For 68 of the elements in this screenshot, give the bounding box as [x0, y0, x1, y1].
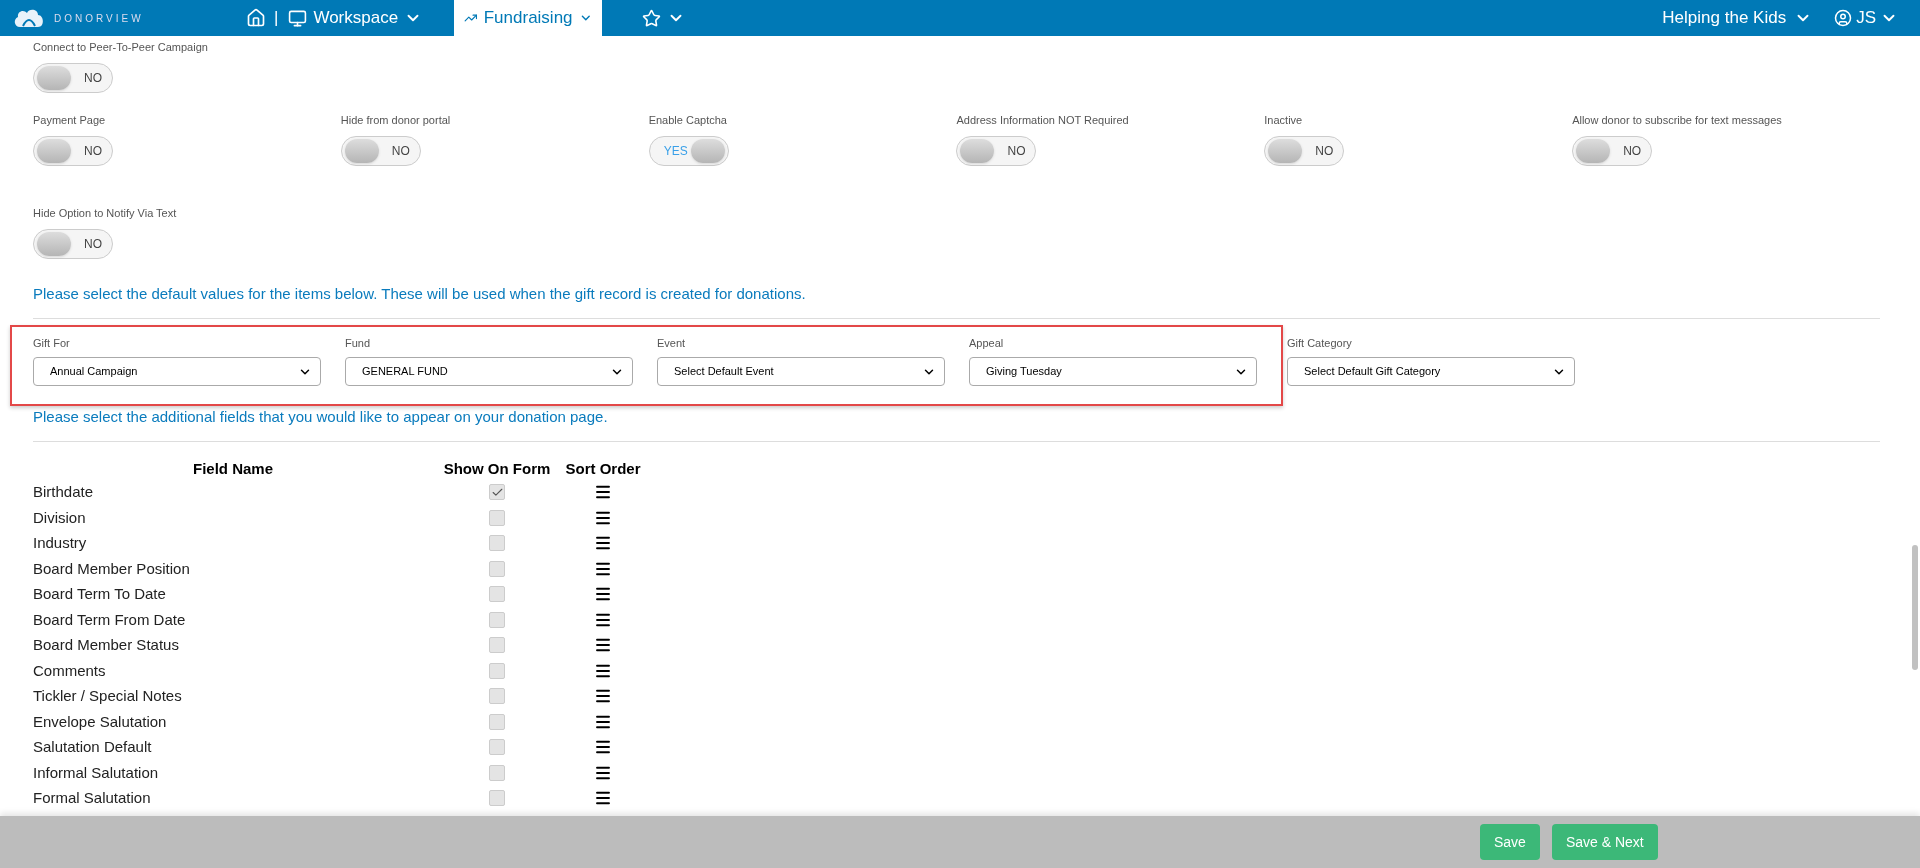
show-on-form-checkbox[interactable] [489, 637, 505, 654]
select-field[interactable]: Select Default Event [657, 357, 945, 386]
toggle-switch[interactable]: NO [33, 63, 113, 93]
logo-text: DONORVIEW [54, 11, 144, 26]
field-name-cell-text: Board Member Status [33, 635, 179, 655]
nav-menu-tab[interactable]: Workspace [278, 0, 433, 36]
toggle-label: Allow donor to subscribe for text messages [1572, 113, 1783, 127]
cloud-logo-icon [12, 7, 46, 29]
toggle-switch[interactable]: NO [33, 229, 113, 259]
field-name-cell-text: Envelope Salutation [33, 711, 167, 732]
select-field[interactable]: Select Default Gift Category [1287, 357, 1575, 386]
home-icon [246, 8, 266, 28]
select-label: Event [657, 335, 687, 351]
show-on-form-checkbox[interactable] [489, 713, 505, 730]
toggle-label: Enable Captcha [648, 113, 728, 127]
field-name-cell-text: Informal Salutation [33, 762, 159, 783]
show-on-form-checkbox[interactable] [489, 484, 505, 501]
toggle-switch[interactable]: NO [340, 136, 421, 166]
toggle-label: Hide from donor portal [340, 113, 452, 127]
column-header: Show On Form [442, 458, 552, 479]
organization-menu[interactable]: Helping the Kids [1662, 5, 1813, 31]
column-header: Sort Order [564, 458, 642, 479]
select-label: Gift For [33, 335, 71, 351]
select-label: Appeal [969, 335, 1005, 351]
field-name-cell-text: Tickler / Special Notes [33, 686, 182, 706]
toggle-switch[interactable]: NO [33, 136, 113, 166]
show-on-form-checkbox[interactable] [489, 764, 505, 781]
scrollbar-thumb[interactable] [1912, 545, 1918, 670]
show-on-form-checkbox[interactable] [489, 611, 505, 628]
toggle-switch[interactable]: NO [1572, 136, 1653, 166]
show-on-form-checkbox[interactable] [489, 790, 505, 807]
field-name-cell-text: Formal Salutation [33, 788, 151, 808]
user-menu[interactable]: JS [1834, 5, 1898, 31]
show-on-form-checkbox[interactable] [489, 509, 505, 526]
monitor-icon [288, 8, 308, 28]
field-name-cell-text: Division [33, 507, 86, 528]
toggle-label: Inactive [1264, 113, 1304, 127]
nav-separator: | [274, 7, 279, 30]
toggle-label: Address Information NOT Required [956, 113, 1130, 127]
toggle-label: Connect to Peer-To-Peer Campaign [33, 40, 209, 54]
toggle-label: Hide Option to Notify Via Text [33, 206, 178, 220]
defaults-intro-text: Please select the default values for the items below. These will be used when the gift record is created for donations. [33, 284, 807, 304]
show-on-form-checkbox[interactable] [489, 662, 505, 679]
select-label: Gift Category [1287, 335, 1353, 351]
toggle-label: Payment Page [33, 113, 107, 127]
field-name-cell-text: Salutation Default [33, 737, 152, 757]
select-field[interactable]: Annual Campaign [33, 357, 321, 386]
star-icon [642, 8, 662, 28]
select-label: Fund [345, 335, 372, 351]
field-name-cell-text: Board Term To Date [33, 584, 166, 604]
show-on-form-checkbox[interactable] [489, 560, 505, 577]
fields-intro-text: Please select the additional fields that you would like to appear on your donation page. [33, 407, 609, 427]
select-field[interactable]: Giving Tuesday [969, 357, 1257, 386]
select-field[interactable]: GENERAL FUND [345, 357, 633, 386]
show-on-form-checkbox[interactable] [489, 586, 505, 603]
field-name-cell-text: Board Term From Date [33, 609, 186, 630]
nav-menu-tab[interactable]: Fundraising [454, 0, 603, 36]
show-on-form-checkbox[interactable] [489, 535, 505, 552]
toggle-switch[interactable]: NO [956, 136, 1037, 166]
field-name-cell-text: Board Member Position [33, 558, 190, 579]
field-name-cell-text: Industry [33, 533, 87, 553]
field-name-cell-text: Birthdate [33, 482, 94, 502]
show-on-form-checkbox[interactable] [489, 739, 505, 756]
user-avatar-icon [1834, 9, 1853, 27]
show-on-form-checkbox[interactable] [489, 688, 505, 705]
field-name-cell-text: Comments [33, 660, 106, 681]
column-header: Field Name [192, 458, 274, 479]
toggle-switch[interactable]: NO [1264, 136, 1345, 166]
